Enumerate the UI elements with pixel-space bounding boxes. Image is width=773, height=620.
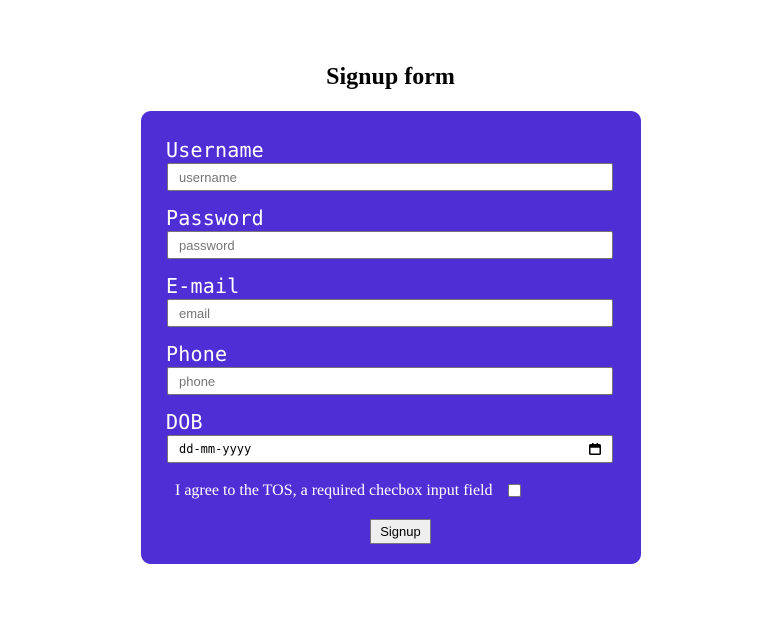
calendar-icon[interactable] bbox=[589, 443, 601, 455]
signup-button[interactable]: Signup bbox=[370, 519, 431, 544]
password-label: Password bbox=[166, 206, 264, 230]
phone-label: Phone bbox=[166, 342, 228, 366]
tos-checkbox[interactable] bbox=[507, 483, 521, 497]
dob-input[interactable]: dd-mm-yyyy bbox=[167, 435, 613, 463]
tos-row: I agree to the TOS, a required checbox i… bbox=[175, 481, 521, 501]
tos-label: I agree to the TOS, a required checbox i… bbox=[175, 482, 493, 499]
phone-input[interactable] bbox=[167, 367, 613, 395]
username-input[interactable] bbox=[167, 163, 613, 191]
signup-form: Username Password E-mail Phone DOB dd-mm… bbox=[141, 111, 641, 564]
username-label: Username bbox=[166, 138, 264, 162]
dob-placeholder: dd-mm-yyyy bbox=[179, 442, 252, 456]
dob-label: DOB bbox=[166, 410, 203, 434]
password-input[interactable] bbox=[167, 231, 613, 259]
email-label: E-mail bbox=[166, 274, 240, 298]
page-title: Signup form bbox=[326, 64, 455, 90]
email-input[interactable] bbox=[167, 299, 613, 327]
